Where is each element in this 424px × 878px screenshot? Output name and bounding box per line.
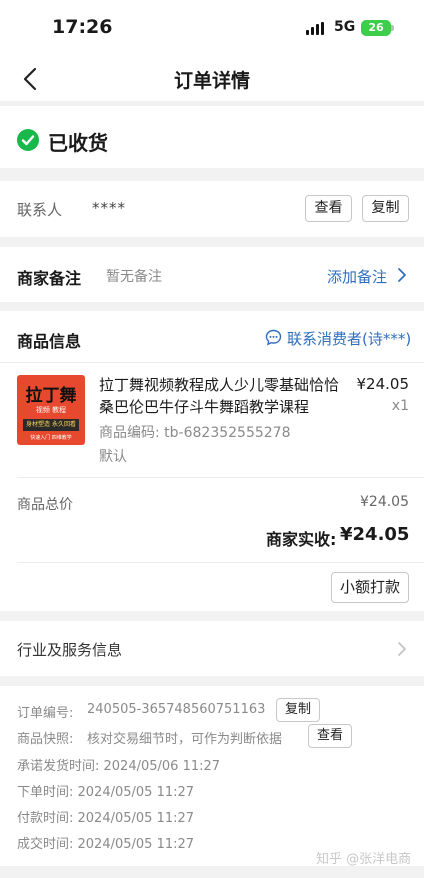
total-value: ¥24.05 (360, 494, 409, 510)
industry-service-label: 行业及服务信息 (17, 641, 123, 659)
thumbnail-line1: 视频 教程 (35, 406, 67, 414)
view-snapshot-button[interactable]: 查看 (308, 724, 352, 748)
order-no-label: 订单编号: (17, 706, 74, 721)
contact-card (0, 181, 424, 237)
watermark: 知乎 @张洋电商 (316, 852, 412, 867)
promise-ship-time: 承诺发货时间: 2024/05/06 11:27 (17, 759, 221, 774)
add-note-button[interactable]: 添加备注 (327, 266, 387, 287)
divider (17, 477, 424, 478)
thumbnail-line3: 快速入门 四维教学 (30, 435, 72, 441)
small-payment-button[interactable]: 小额打款 (331, 572, 409, 603)
product-thumbnail[interactable]: 拉丁舞 视频 教程 身材塑造 永久回看 快速入门 四维教学 (17, 375, 85, 445)
contact-value: **** (92, 199, 126, 217)
chevron-left-icon (23, 67, 37, 91)
product-card (0, 311, 424, 611)
battery-tip (391, 25, 394, 31)
total-label: 商品总价 (17, 497, 73, 513)
deal-time: 成交时间: 2024/05/05 11:27 (17, 837, 195, 852)
order-status: 已收货 (48, 131, 108, 155)
signal-icon (306, 22, 328, 35)
view-contact-button[interactable]: 查看 (305, 195, 352, 222)
thumbnail-title: 拉丁舞 (25, 386, 77, 406)
chevron-right-icon (396, 267, 408, 283)
order-time: 下单时间: 2024/05/05 11:27 (17, 785, 195, 800)
product-quantity: x1 (391, 398, 409, 414)
chevron-right-icon (396, 641, 408, 657)
divider (17, 562, 424, 563)
back-button[interactable] (18, 66, 44, 92)
product-sku: 默认 (99, 449, 127, 465)
check-circle-icon (17, 129, 39, 151)
merchant-note-value: 暂无备注 (106, 269, 162, 285)
contact-consumer-link[interactable]: 联系消费者(诗***) (287, 328, 411, 349)
contact-label: 联系人 (17, 201, 63, 219)
product-title[interactable]: 拉丁舞视频教程成人少儿零基础恰恰桑巴伦巴牛仔斗牛舞蹈教学课程 (99, 374, 339, 418)
snapshot-label: 商品快照: (17, 732, 74, 747)
page-title: 订单详情 (173, 70, 250, 92)
merchant-note-label: 商家备注 (17, 269, 82, 288)
product-price: ¥24.05 (356, 375, 410, 393)
product-code: 商品编码: tb-682352555278 (99, 425, 291, 441)
received-label: 商家实收: (266, 530, 337, 549)
divider (0, 362, 424, 363)
copy-contact-button[interactable]: 复制 (362, 195, 409, 222)
copy-order-no-button[interactable]: 复制 (276, 698, 320, 722)
status-time: 17:26 (52, 16, 113, 38)
thumbnail-line2: 身材塑造 永久回看 (23, 419, 79, 431)
snapshot-text: 核对交易细节时，可作为判断依据 (87, 732, 283, 747)
chat-icon (265, 329, 282, 346)
pay-time: 付款时间: 2024/05/05 11:27 (17, 811, 195, 826)
product-section-title: 商品信息 (17, 332, 82, 351)
network-type: 5G (334, 19, 356, 35)
order-no: 240505-365748560751163 (87, 702, 266, 717)
battery-icon: 26 (361, 20, 391, 36)
received-value: ¥24.05 (340, 524, 410, 545)
